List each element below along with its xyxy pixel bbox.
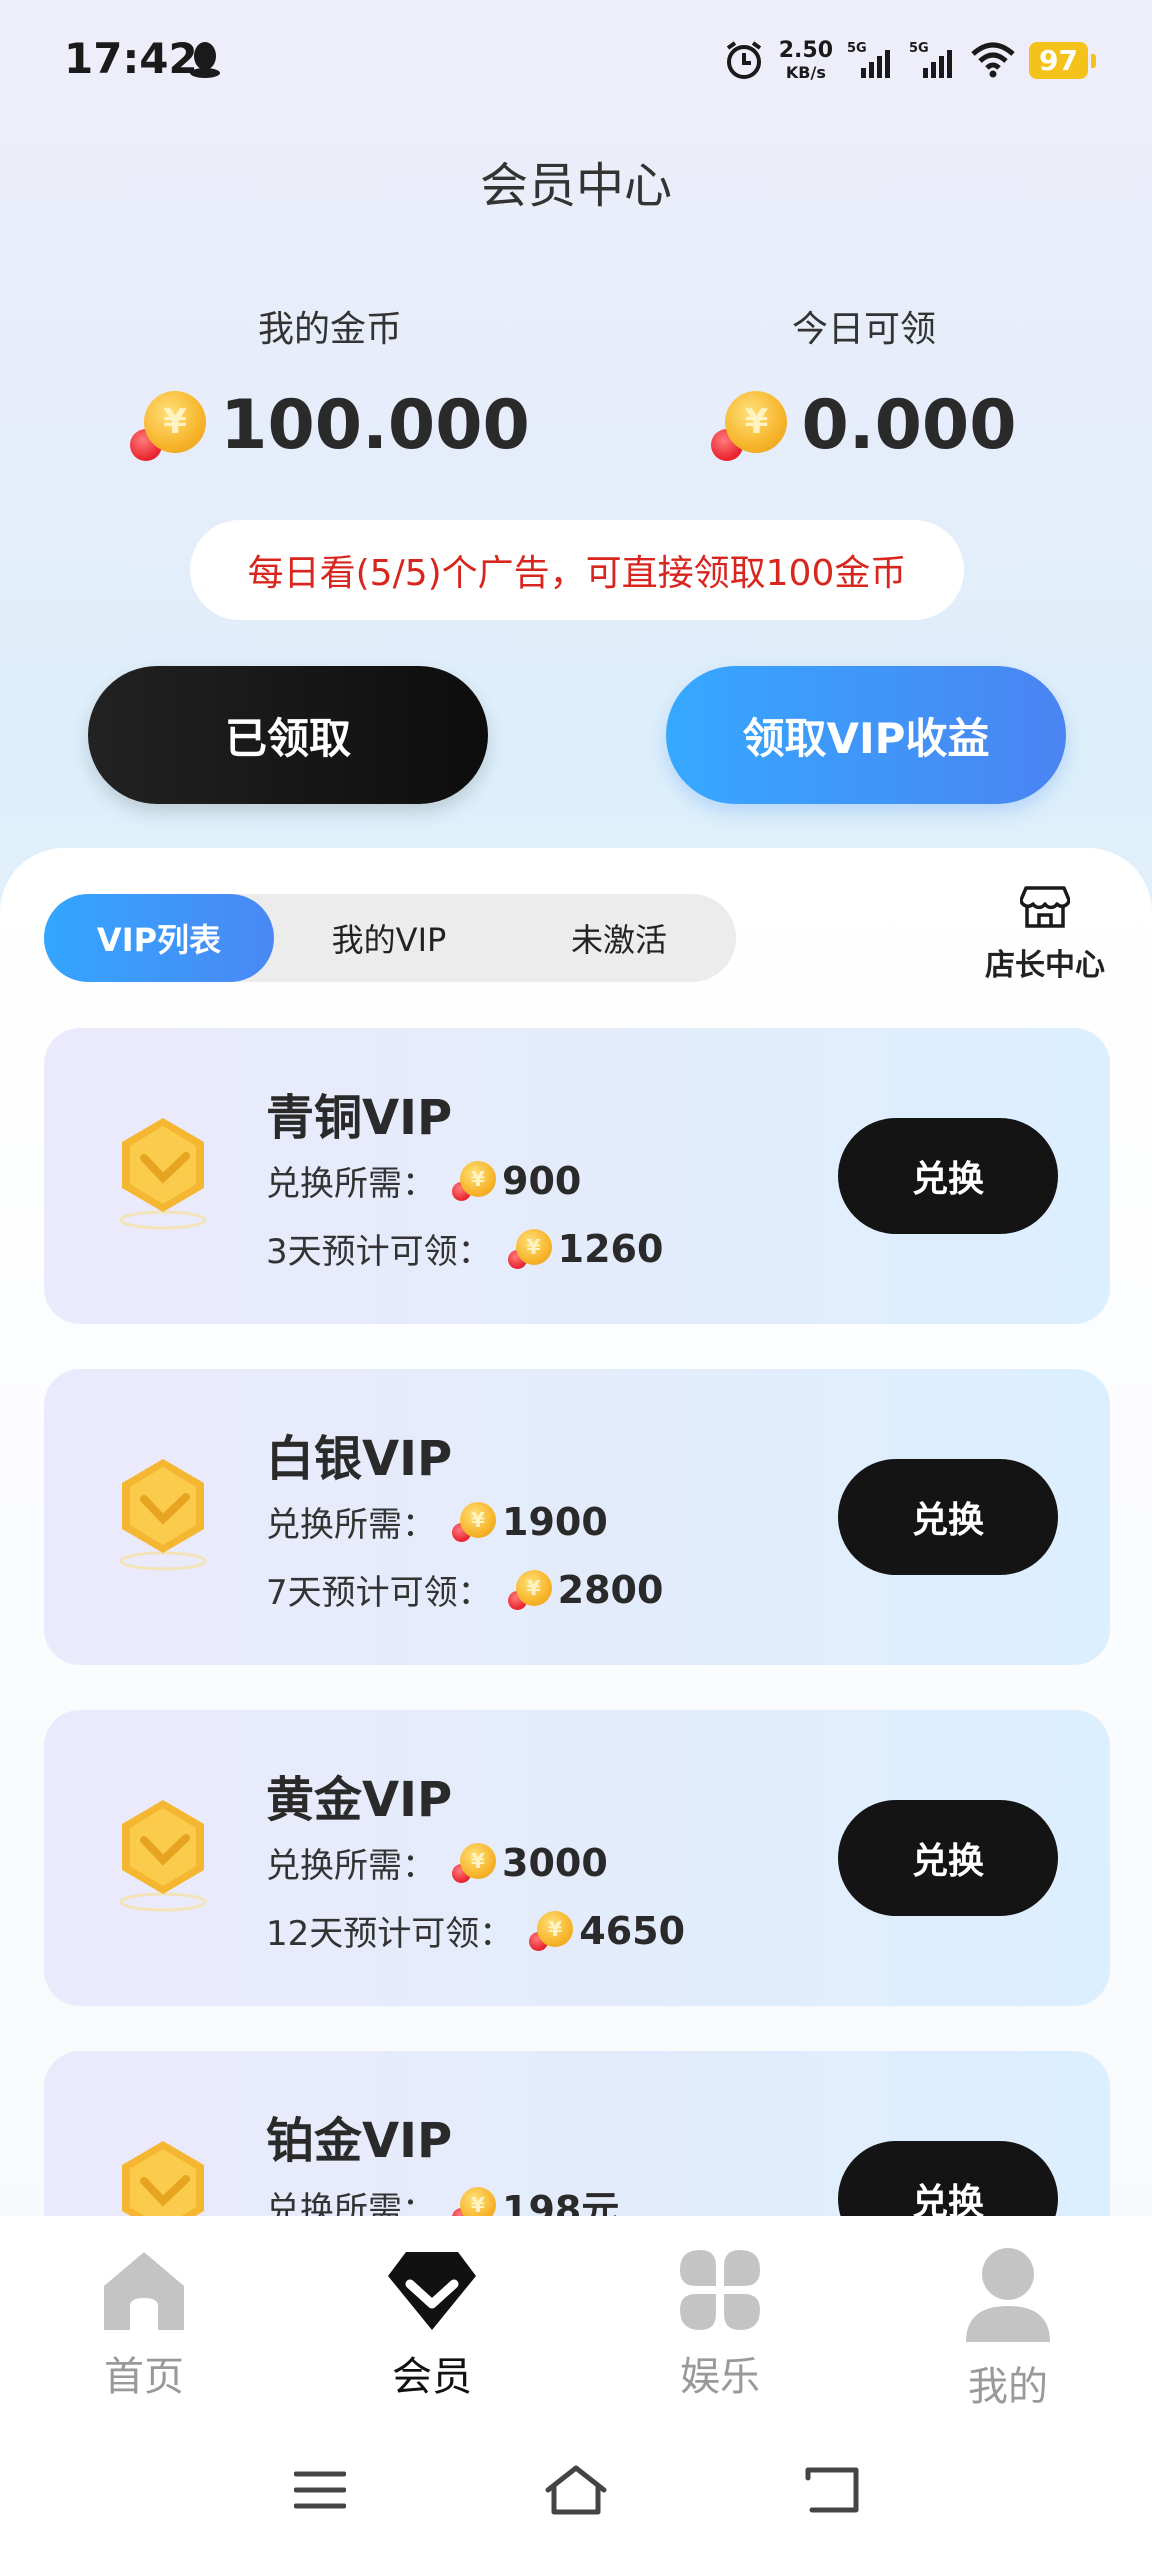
estimate-label: 12天预计可领： bbox=[266, 1914, 514, 1954]
cost-label: 兑换所需： bbox=[266, 1164, 436, 1204]
vip-badge-icon bbox=[119, 1800, 207, 1912]
coin-icon bbox=[452, 1160, 496, 1201]
qq-penguin-icon bbox=[190, 42, 220, 78]
vip-card-estimate: 7天预计可领： 2800 bbox=[266, 1565, 663, 1614]
today-claimable-value: 0.000 bbox=[801, 386, 1017, 465]
estimate-label: 7天预计可领： bbox=[266, 1573, 492, 1613]
nav-entertainment-label: 娱乐 bbox=[680, 2354, 760, 2400]
nav-mine-label: 我的 bbox=[968, 2364, 1048, 2410]
exchange-button[interactable]: 兑换 bbox=[838, 1118, 1058, 1234]
battery-indicator: 97 bbox=[1029, 41, 1096, 79]
cost-label: 兑换所需： bbox=[266, 1846, 436, 1886]
back-button[interactable] bbox=[792, 2450, 872, 2530]
coin-icon bbox=[507, 1228, 552, 1269]
exchange-button[interactable]: 兑换 bbox=[838, 1459, 1058, 1575]
nav-member[interactable]: 会员 bbox=[288, 2246, 576, 2402]
vip-card-gold: 黄金VIP 兑换所需： 3000 12天预计可领： 4650 兑换 bbox=[44, 1710, 1110, 2006]
vip-tabs: VIP列表 我的VIP 未激活 bbox=[44, 894, 736, 982]
vip-card-name: 白银VIP bbox=[266, 1431, 453, 1487]
my-coins-value: 100.000 bbox=[220, 386, 530, 465]
svg-text:5G: 5G bbox=[847, 41, 867, 56]
alarm-icon bbox=[726, 41, 761, 79]
estimate-value: 4650 bbox=[579, 1908, 686, 1953]
claim-vip-earnings-button[interactable]: 领取VIP收益 bbox=[666, 666, 1066, 804]
vip-badge-icon bbox=[119, 1118, 207, 1230]
status-bar: 17:42 2.50 KB/s 5G 5G 97 bbox=[0, 0, 1152, 120]
ad-notice: 每日看(5/5)个广告，可直接领取100金币 bbox=[190, 520, 964, 620]
store-icon bbox=[1020, 886, 1070, 928]
wifi-icon bbox=[971, 42, 1015, 78]
vip-card-silver: 白银VIP 兑换所需： 1900 7天预计可领： 2800 兑换 bbox=[44, 1369, 1110, 1665]
system-nav-bar bbox=[0, 2450, 1152, 2530]
estimate-value: 1260 bbox=[557, 1226, 664, 1271]
signal-5g-icon: 5G bbox=[847, 41, 891, 78]
vip-card-name: 青铜VIP bbox=[266, 1090, 453, 1146]
grid-icon bbox=[680, 2250, 760, 2330]
cost-value: 1900 bbox=[502, 1499, 608, 1544]
system-home-icon bbox=[545, 2465, 607, 2515]
coin-icon bbox=[130, 390, 207, 461]
my-coins-label: 我的金币 bbox=[257, 309, 402, 350]
network-speed: 2.50 KB/s bbox=[778, 37, 834, 82]
nav-entertainment[interactable]: 娱乐 bbox=[576, 2246, 864, 2402]
claimed-button[interactable]: 已领取 bbox=[88, 666, 488, 804]
status-time: 17:42 bbox=[64, 34, 198, 83]
estimate-label: 3天预计可领： bbox=[266, 1232, 492, 1272]
vip-card-cost: 兑换所需： 900 bbox=[266, 1156, 581, 1205]
coin-icon bbox=[452, 1842, 496, 1883]
menu-icon bbox=[294, 2471, 346, 2509]
back-icon bbox=[805, 2467, 859, 2513]
vip-card-cost: 兑换所需： 1900 bbox=[266, 1497, 608, 1546]
vip-card-bronze: 青铜VIP 兑换所需： 900 3天预计可领： 1260 兑换 bbox=[44, 1028, 1110, 1324]
my-coins-stat: 我的金币 100.000 bbox=[80, 300, 580, 465]
person-icon bbox=[966, 2248, 1050, 2342]
cost-value: 900 bbox=[502, 1158, 582, 1203]
coin-icon bbox=[529, 1910, 574, 1951]
nav-home-label: 首页 bbox=[104, 2354, 184, 2400]
status-icons: 2.50 KB/s 5G 5G 97 bbox=[723, 36, 1096, 84]
cost-label: 兑换所需： bbox=[266, 1505, 436, 1545]
page-title: 会员中心 bbox=[479, 158, 672, 214]
coin-icon bbox=[711, 390, 788, 461]
vip-card-name: 铂金VIP bbox=[266, 2113, 453, 2169]
today-claimable-stat: 今日可领 0.000 bbox=[614, 300, 1114, 465]
cost-value: 3000 bbox=[502, 1840, 608, 1885]
vip-card-name: 黄金VIP bbox=[266, 1772, 453, 1828]
home-icon bbox=[104, 2252, 184, 2330]
estimate-value: 2800 bbox=[557, 1567, 664, 1612]
vip-card-estimate: 3天预计可领： 1260 bbox=[266, 1224, 663, 1273]
vip-card-estimate: 12天预计可领： 4650 bbox=[266, 1906, 685, 1955]
tab-my-vip[interactable]: 我的VIP bbox=[274, 894, 504, 982]
tab-vip-list[interactable]: VIP列表 bbox=[44, 894, 274, 982]
home-button[interactable] bbox=[536, 2450, 616, 2530]
today-claimable-label: 今日可领 bbox=[791, 309, 936, 350]
store-manager-center[interactable]: 店长中心 bbox=[970, 884, 1120, 984]
store-manager-label: 店长中心 bbox=[985, 948, 1105, 983]
vip-card-cost: 兑换所需： 3000 bbox=[266, 1838, 608, 1887]
signal-5g-icon-2: 5G bbox=[909, 41, 953, 78]
svg-text:5G: 5G bbox=[909, 41, 929, 56]
nav-member-label: 会员 bbox=[392, 2354, 472, 2400]
coin-icon bbox=[452, 1501, 496, 1542]
exchange-button[interactable]: 兑换 bbox=[838, 1800, 1058, 1916]
menu-button[interactable] bbox=[280, 2450, 360, 2530]
tab-inactive[interactable]: 未激活 bbox=[504, 894, 734, 982]
vip-badge-icon bbox=[119, 1459, 207, 1571]
nav-mine[interactable]: 我的 bbox=[864, 2246, 1152, 2412]
diamond-icon bbox=[388, 2252, 476, 2330]
coin-icon bbox=[507, 1569, 552, 1610]
nav-home[interactable]: 首页 bbox=[0, 2246, 288, 2402]
